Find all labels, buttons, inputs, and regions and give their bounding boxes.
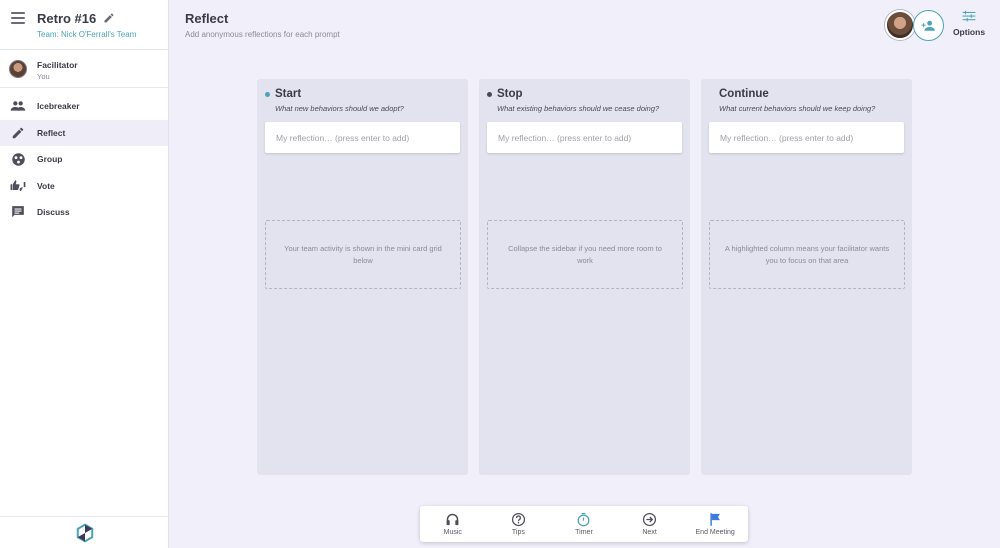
add-user-button[interactable] <box>913 10 944 41</box>
sidebar-item-vote[interactable]: Vote <box>0 173 168 200</box>
sidebar-item-icebreaker[interactable]: Icebreaker <box>0 93 168 120</box>
end-meeting-button[interactable]: End Meeting <box>682 506 748 542</box>
add-user-icon <box>921 20 935 31</box>
column-tip: Your team activity is shown in the mini … <box>265 220 461 289</box>
timer-label: Timer <box>575 529 593 536</box>
avatar <box>9 60 27 78</box>
column-tip: A highlighted column means your facilita… <box>709 220 905 289</box>
options-label: Options <box>952 27 986 37</box>
column-continue: Continue What current behaviors should w… <box>701 79 912 475</box>
menu-icon[interactable] <box>11 12 25 24</box>
column-prompt: What new behaviors should we adopt? <box>275 104 404 113</box>
sidebar-item-group[interactable]: Group <box>0 146 168 173</box>
help-icon <box>511 512 525 527</box>
next-label: Next <box>642 529 657 536</box>
column-prompt: What current behaviors should we keep do… <box>719 104 876 113</box>
column-prompt: What existing behaviors should we cease … <box>497 104 660 113</box>
meeting-control-bar: Music Tips Timer Next End Meeting <box>420 506 748 542</box>
sidebar: Retro #16 Team: Nick O'Ferrall's Team Fa… <box>0 0 169 548</box>
column-indicator-dot <box>487 92 492 97</box>
group-icon <box>10 99 26 113</box>
end-meeting-label: End Meeting <box>695 529 735 536</box>
meeting-title: Retro #16 <box>37 11 97 26</box>
tips-button[interactable]: Tips <box>486 506 552 542</box>
chat-icon <box>10 205 26 219</box>
settings-sliders-icon <box>962 10 976 22</box>
timer-icon <box>578 512 590 527</box>
sidebar-item-label: Reflect <box>37 127 66 138</box>
reflection-input[interactable]: My reflection… (press enter to add) <box>709 122 904 153</box>
options-button[interactable]: Options <box>950 10 988 40</box>
column-title: Start <box>275 88 302 100</box>
team-link[interactable]: Team: Nick O'Ferrall's Team <box>37 30 136 39</box>
sidebar-item-label: Group <box>37 154 63 165</box>
column-tip: Collapse the sidebar if you need more ro… <box>487 220 683 289</box>
edit-icon[interactable] <box>103 12 115 24</box>
column-title: Stop <box>497 88 523 100</box>
facilitator-name: You <box>37 72 50 81</box>
column-stop: Stop What existing behaviors should we c… <box>479 79 690 475</box>
sidebar-item-label: Vote <box>37 180 55 191</box>
column-indicator-dot <box>265 92 270 97</box>
sidebar-item-reflect[interactable]: Reflect <box>0 119 168 146</box>
sidebar-item-label: Discuss <box>37 207 70 218</box>
column-title: Continue <box>719 88 769 100</box>
tips-label: Tips <box>511 529 525 536</box>
pencil-icon <box>10 126 26 140</box>
phase-nav: Icebreaker Reflect Group Vote Discuss <box>0 93 168 226</box>
facilitator-row: Facilitator You <box>0 50 168 88</box>
thumbs-icon <box>10 179 26 193</box>
reflection-input[interactable]: My reflection… (press enter to add) <box>487 122 682 153</box>
sidebar-item-discuss[interactable]: Discuss <box>0 199 168 226</box>
group-circle-icon <box>10 152 26 166</box>
music-label: Music <box>443 529 462 536</box>
avatar[interactable] <box>885 10 915 40</box>
page-subtitle: Add anonymous reflections for each promp… <box>185 30 340 39</box>
page-title: Reflect <box>185 11 229 26</box>
flag-icon <box>710 513 720 526</box>
sidebar-header: Retro #16 Team: Nick O'Ferrall's Team <box>0 0 168 50</box>
timer-button[interactable]: Timer <box>551 506 617 542</box>
sidebar-item-label: Icebreaker <box>37 101 80 112</box>
headphones-icon <box>446 513 459 526</box>
logo-icon <box>76 523 93 542</box>
reflection-input[interactable]: My reflection… (press enter to add) <box>265 122 460 153</box>
sidebar-footer <box>0 516 169 548</box>
column-start: Start What new behaviors should we adopt… <box>257 79 468 475</box>
arrow-right-circle-icon <box>643 512 657 527</box>
music-button[interactable]: Music <box>420 506 486 542</box>
next-button[interactable]: Next <box>617 506 683 542</box>
facilitator-label: Facilitator <box>37 60 78 70</box>
